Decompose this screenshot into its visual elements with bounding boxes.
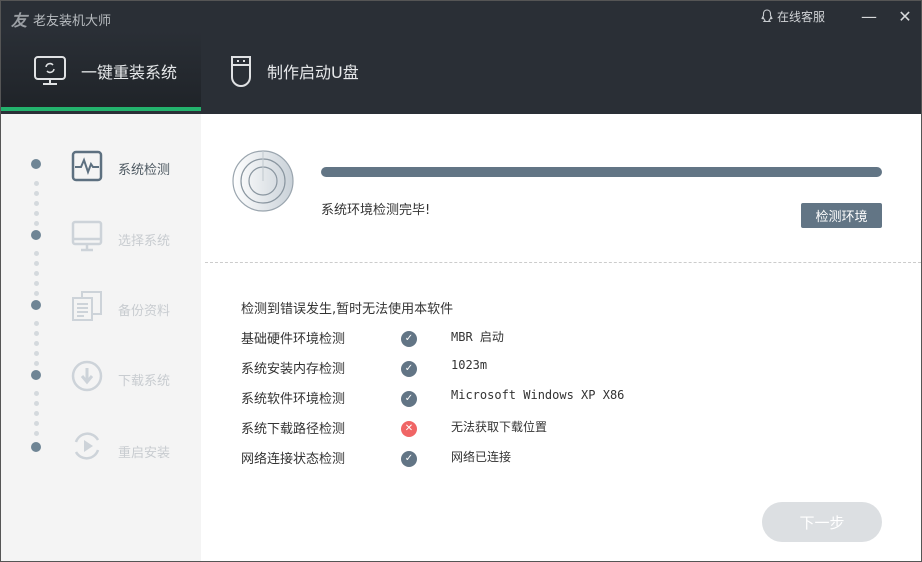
step-dot xyxy=(31,370,41,380)
check-error-icon: ✕ xyxy=(401,421,417,437)
restart-play-icon xyxy=(74,432,100,460)
check-ok-icon: ✓ xyxy=(401,451,417,467)
check-name: 系统安装内存检测 xyxy=(241,362,346,377)
check-name: 基础硬件环境检测 xyxy=(241,332,346,347)
step-dot xyxy=(31,300,41,310)
step-dot xyxy=(31,442,41,452)
tab-make-usb[interactable]: 制作启动U盘 xyxy=(201,31,401,111)
active-tab-indicator xyxy=(1,107,201,111)
check-name: 网络连接状态检测 xyxy=(241,452,346,467)
radar-scan-icon xyxy=(232,150,294,212)
tab-one-click-reinstall[interactable]: 一键重装系统 xyxy=(1,31,201,111)
next-step-button[interactable]: 下一步 xyxy=(762,502,882,542)
check-row: 系统下载路径检测 ✕ 无法获取下载位置 xyxy=(241,418,841,440)
error-message: 检测到错误发生,暂时无法使用本软件 xyxy=(241,302,454,317)
check-ok-icon: ✓ xyxy=(401,391,417,407)
detect-environment-button[interactable]: 检测环境 xyxy=(801,203,882,228)
step-dot xyxy=(31,230,41,240)
tab-label: 一键重装系统 xyxy=(81,63,178,82)
download-icon xyxy=(71,360,103,392)
usb-drive-icon xyxy=(231,56,251,87)
check-value: Microsoft Windows XP X86 xyxy=(451,388,625,402)
check-value: MBR 启动 xyxy=(451,330,504,344)
check-row: 系统软件环境检测 ✓ Microsoft Windows XP X86 xyxy=(241,388,841,410)
title-bar: 友 老友装机大师 xyxy=(11,7,111,31)
documents-icon xyxy=(72,291,102,321)
step-download: 下载系统 xyxy=(1,356,201,396)
detection-status: 系统环境检测完毕! xyxy=(321,203,431,218)
step-dot xyxy=(31,159,41,169)
step-select-system: 选择系统 xyxy=(1,216,201,256)
step-label: 备份资料 xyxy=(118,304,171,319)
check-value: 无法获取下载位置 xyxy=(451,420,548,434)
pulse-monitor-icon xyxy=(71,150,103,182)
step-label: 系统检测 xyxy=(118,163,171,178)
step-label: 重启安装 xyxy=(118,446,171,461)
step-label: 下载系统 xyxy=(118,374,171,389)
online-support-link[interactable]: 在线客服 xyxy=(760,8,825,25)
close-button[interactable]: ✕ xyxy=(887,7,921,26)
check-ok-icon: ✓ xyxy=(401,361,417,377)
main-panel: 系统环境检测完毕! 检测环境 检测到错误发生,暂时无法使用本软件 基础硬件环境检… xyxy=(201,114,921,561)
qq-icon xyxy=(761,9,773,23)
check-ok-icon: ✓ xyxy=(401,331,417,347)
check-name: 系统下载路径检测 xyxy=(241,422,346,437)
step-restart-install: 重启安装 xyxy=(1,426,201,466)
monitor-refresh-icon xyxy=(34,56,66,85)
app-logo: 友 xyxy=(11,11,28,30)
support-label: 在线客服 xyxy=(776,9,825,24)
check-row: 基础硬件环境检测 ✓ MBR 启动 xyxy=(241,328,841,350)
app-window: 友 老友装机大师 在线客服 — ✕ 一键重装系统 制作启动U盘 系统检测 选择系… xyxy=(0,0,922,562)
steps-sidebar: 系统检测 选择系统 备份资料 下载系统 重启安装 xyxy=(1,114,201,561)
step-label: 选择系统 xyxy=(118,234,171,249)
divider xyxy=(205,262,921,263)
check-value: 1023m xyxy=(451,358,488,372)
check-row: 系统安装内存检测 ✓ 1023m xyxy=(241,358,841,380)
tab-label: 制作启动U盘 xyxy=(267,63,359,82)
header: 友 老友装机大师 在线客服 — ✕ 一键重装系统 制作启动U盘 xyxy=(1,1,921,114)
monitor-icon xyxy=(71,220,103,252)
check-name: 系统软件环境检测 xyxy=(241,392,346,407)
app-title: 老友装机大师 xyxy=(33,13,112,29)
check-row: 网络连接状态检测 ✓ 网络已连接 xyxy=(241,448,841,470)
detection-progress-bar xyxy=(321,167,882,177)
step-system-check: 系统检测 xyxy=(1,146,201,186)
step-backup: 备份资料 xyxy=(1,286,201,326)
check-value: 网络已连接 xyxy=(451,450,512,464)
minimize-button[interactable]: — xyxy=(851,7,887,26)
